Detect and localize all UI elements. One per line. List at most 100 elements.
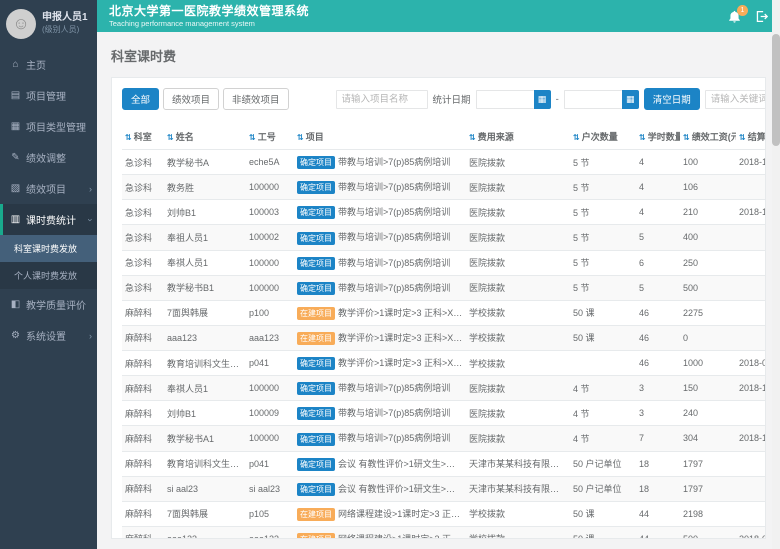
- project-status-badge: 确定项目: [297, 433, 335, 446]
- sidebar-subitem[interactable]: 科室课时费发放: [0, 235, 97, 262]
- sidebar-item[interactable]: ▤项目管理: [0, 80, 97, 111]
- filter-type-button[interactable]: 全部: [122, 88, 159, 110]
- keyword-search-input[interactable]: [705, 90, 766, 109]
- date-from-input[interactable]: [476, 90, 534, 109]
- cell-date: 2018-09-10 00:00:00: [736, 526, 766, 539]
- cell-qty: 5 节: [570, 175, 636, 200]
- table-row: 麻醉科教育培训科文生办公室Ap041确定项目教学评价>1课时定>3 正科>X 无…: [122, 351, 766, 376]
- cell-id: aaa123: [246, 526, 294, 539]
- notification-bell-icon[interactable]: 1: [728, 10, 741, 23]
- cell-dept: 急诊科: [122, 275, 164, 300]
- fee-table: ⇅科室⇅姓名⇅工号⇅项目⇅费用来源⇅户次数量⇅学时数量⇅绩效工资(元)⇅结算日期…: [122, 124, 766, 539]
- quality-icon: ◧: [10, 299, 21, 310]
- sidebar-item[interactable]: ▧绩效项目›: [0, 173, 97, 204]
- project-status-badge: 确定项目: [297, 407, 335, 420]
- project-text: 带教与培训>7(p)85病例培训: [338, 182, 450, 192]
- sidebar-item-label: 教学质量评价: [26, 297, 92, 312]
- sidebar-subitem[interactable]: 个人课时费发放: [0, 262, 97, 289]
- sidebar-item[interactable]: ⌂主页: [0, 49, 97, 80]
- vertical-scrollbar[interactable]: [772, 0, 780, 549]
- cell-project: 确定项目会议 有教性评价>1研文生>奖金>指导科: [294, 476, 466, 501]
- cell-dept: 麻醉科: [122, 426, 164, 451]
- home-icon: ⌂: [10, 59, 21, 70]
- table-row: 急诊科刘帅B1100003确定项目带教与培训>7(p)85病例培训医院拨款5 节…: [122, 200, 766, 225]
- cell-source: 医院拨款: [466, 275, 570, 300]
- chart-icon: ▧: [10, 183, 21, 194]
- sidebar-item[interactable]: ▥课时费统计›: [0, 204, 97, 235]
- cell-salary: 2275: [680, 300, 736, 325]
- sidebar-item[interactable]: ⚙系统设置›: [0, 320, 97, 351]
- cell-hours: 46: [636, 325, 680, 350]
- project-status-badge: 在建项目: [297, 508, 335, 521]
- page-title: 科室课时费: [111, 46, 766, 65]
- calendar-icon[interactable]: ▦: [534, 90, 551, 109]
- scrollbar-thumb[interactable]: [772, 34, 780, 146]
- column-header[interactable]: ⇅户次数量: [570, 124, 636, 150]
- cell-source: 天津市某某科技有限公司战略项目: [466, 451, 570, 476]
- chevron-right-icon: ›: [89, 331, 92, 341]
- filter-type-button[interactable]: 绩效项目: [163, 88, 219, 110]
- project-text: 带教与培训>7(p)85病例培训: [338, 258, 450, 268]
- project-text: 教学评价>1课时定>3 正科>X 无级别人: [338, 308, 466, 318]
- user-block[interactable]: ☺ 申报人员1 (级别人员): [0, 0, 97, 49]
- column-header[interactable]: ⇅结算日期: [736, 124, 766, 150]
- cell-project: 确定项目会议 有教性评价>1研文生>奖金>指导科: [294, 451, 466, 476]
- cell-id: p100: [246, 300, 294, 325]
- cell-name: 教学秘书A: [164, 150, 246, 175]
- cell-date: [736, 401, 766, 426]
- cell-dept: 麻醉科: [122, 325, 164, 350]
- clear-date-button[interactable]: 清空日期: [644, 88, 700, 110]
- cell-source: 学校拨款: [466, 325, 570, 350]
- sidebar-item-label: 课时费统计: [26, 212, 84, 227]
- cell-qty: 50 课: [570, 325, 636, 350]
- cell-date: 2018-10-23 00:00:00: [736, 200, 766, 225]
- column-header[interactable]: ⇅姓名: [164, 124, 246, 150]
- logout-icon[interactable]: [755, 10, 768, 23]
- sidebar-item[interactable]: ▦项目类型管理: [0, 111, 97, 142]
- column-header[interactable]: ⇅项目: [294, 124, 466, 150]
- cell-salary: 400: [680, 225, 736, 250]
- cell-date: [736, 300, 766, 325]
- column-header[interactable]: ⇅工号: [246, 124, 294, 150]
- sort-icon: ⇅: [683, 133, 690, 142]
- filter-type-button[interactable]: 非绩效项目: [223, 88, 289, 110]
- project-name-input[interactable]: [336, 90, 428, 109]
- cell-date: [736, 501, 766, 526]
- sidebar-item[interactable]: ◧ 教学质量评价: [0, 289, 97, 320]
- project-status-badge: 确定项目: [297, 257, 335, 270]
- cell-date: 2018-10-23 00:00:00: [736, 150, 766, 175]
- project-status-badge: 确定项目: [297, 282, 335, 295]
- column-header[interactable]: ⇅科室: [122, 124, 164, 150]
- cell-source: 医院拨款: [466, 225, 570, 250]
- cell-id: p041: [246, 451, 294, 476]
- calendar-icon[interactable]: ▦: [622, 90, 639, 109]
- cell-salary: 150: [680, 376, 736, 401]
- sort-icon: ⇅: [125, 133, 132, 142]
- cell-salary: 500: [680, 275, 736, 300]
- cell-project: 确定项目带教与培训>7(p)85病例培训: [294, 200, 466, 225]
- cell-salary: 0: [680, 325, 736, 350]
- cell-source: 医院拨款: [466, 376, 570, 401]
- column-header[interactable]: ⇅学时数量: [636, 124, 680, 150]
- cell-hours: 18: [636, 476, 680, 501]
- project-status-badge: 在建项目: [297, 533, 335, 539]
- sort-icon: ⇅: [249, 133, 256, 142]
- cell-dept: 急诊科: [122, 150, 164, 175]
- column-header[interactable]: ⇅费用来源: [466, 124, 570, 150]
- cell-project: 在建项目教学评价>1课时定>3 正科>X 无级别人: [294, 325, 466, 350]
- sidebar-item[interactable]: ✎绩效调整: [0, 142, 97, 173]
- sidebar-item-label: 项目管理: [26, 88, 92, 103]
- project-status-badge: 确定项目: [297, 206, 335, 219]
- sort-icon: ⇅: [469, 133, 476, 142]
- cell-qty: 5 节: [570, 225, 636, 250]
- cell-name: 奉祺人员1: [164, 250, 246, 275]
- date-to-input[interactable]: [564, 90, 622, 109]
- cell-source: 医院拨款: [466, 150, 570, 175]
- sort-icon: ⇅: [167, 133, 174, 142]
- project-text: 带教与培训>7(p)85病例培训: [338, 207, 450, 217]
- column-header[interactable]: ⇅绩效工资(元): [680, 124, 736, 150]
- project-status-badge: 在建项目: [297, 332, 335, 345]
- cell-name: 教务胜: [164, 175, 246, 200]
- table-row: 急诊科教务胜100000确定项目带教与培训>7(p)85病例培训医院拨款5 节4…: [122, 175, 766, 200]
- cell-id: 100003: [246, 200, 294, 225]
